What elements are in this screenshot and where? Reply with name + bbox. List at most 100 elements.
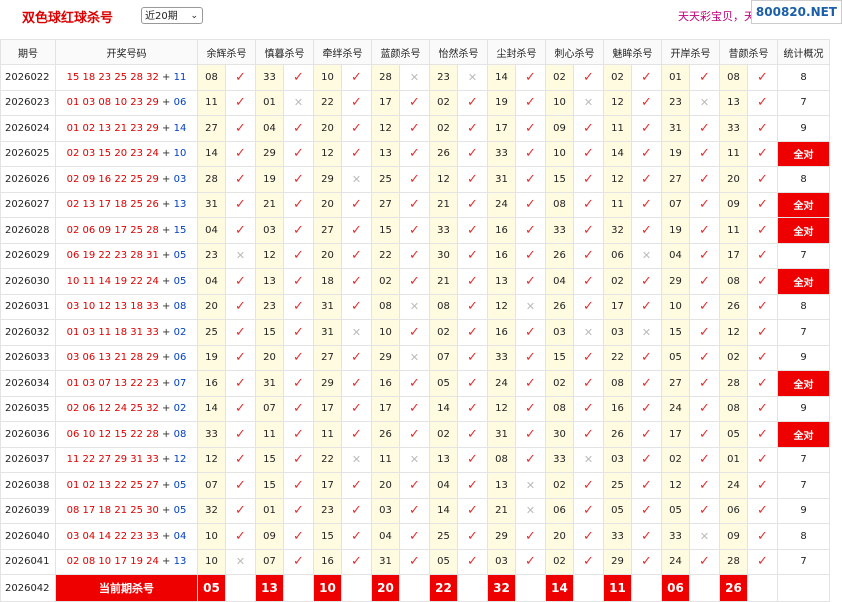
check-icon: ✓ [573,370,604,397]
table-row: 2026025 02 03 15 20 23 24 + 10 14 ✓ 29 ✓ 12 ✓ 13… [0,140,830,167]
check-icon: ✓ [747,293,778,320]
check-icon: ✓ [283,140,314,167]
draw-numbers: 15 18 23 25 28 32 + 11 [55,64,198,91]
issue-number: 2026023 [0,89,56,116]
check-icon: ✓ [225,89,256,116]
kill-number: 26 [545,242,574,269]
blue-ball: 08 [173,428,187,440]
kill-number: 20 [719,166,748,193]
check-icon: ✓ [225,344,256,371]
kill-number: 20 [371,472,400,499]
current-kill-number: 05 [197,574,226,602]
kill-number: 07 [429,344,458,371]
period-select[interactable]: 近20期 ⌄ [141,7,203,24]
check-icon: ✓ [225,64,256,91]
kill-number: 11 [313,421,342,448]
check-icon: ✓ [515,344,546,371]
plus-sign: + [158,71,174,83]
cross-icon: ✕ [573,319,604,346]
kill-number: 31 [255,370,284,397]
kill-number: 33 [487,140,516,167]
check-icon: ✓ [747,268,778,295]
page-title: 双色球红球杀号 [22,11,114,26]
check-icon: ✓ [457,242,488,269]
kill-number: 08 [487,446,516,473]
kill-number: 23 [661,89,690,116]
check-icon: ✓ [457,89,488,116]
stat-summary: 9 [777,115,830,142]
check-icon: ✓ [689,472,720,499]
kill-number: 20 [313,115,342,142]
check-icon: ✓ [631,115,662,142]
kill-number: 12 [719,319,748,346]
check-icon: ✓ [515,446,546,473]
kill-number: 02 [371,268,400,295]
check-icon: ✓ [283,268,314,295]
check-icon: ✓ [283,319,314,346]
plus-sign: + [158,428,174,440]
check-icon: ✓ [399,115,430,142]
check-icon: ✓ [573,344,604,371]
column-header: 慎暮杀号 [255,39,314,65]
check-icon: ✓ [341,64,372,91]
kill-number: 27 [313,344,342,371]
kill-number: 12 [661,472,690,499]
check-icon: ✓ [515,217,546,244]
check-icon: ✓ [399,370,430,397]
check-icon: ✓ [631,191,662,218]
check-icon: ✓ [689,370,720,397]
check-icon: ✓ [631,344,662,371]
cross-icon: ✕ [399,64,430,91]
kill-number: 33 [545,446,574,473]
blue-ball: 02 [173,403,187,415]
column-header: 期号 [0,39,56,65]
kill-number: 10 [197,523,226,550]
check-icon: ✓ [225,472,256,499]
kill-number: 31 [197,191,226,218]
table-row: 2026041 02 08 10 17 19 24 + 13 10 ✕ 07 ✓ 16 ✓ 31… [0,548,830,575]
kill-number: 04 [545,268,574,295]
stat-summary: 7 [777,89,830,116]
empty-cell [747,574,778,602]
plus-sign: + [158,556,174,568]
check-icon: ✓ [225,523,256,550]
kill-number: 12 [603,89,632,116]
check-icon: ✓ [457,217,488,244]
check-icon: ✓ [747,89,778,116]
kill-number: 09 [255,523,284,550]
cross-icon: ✕ [341,446,372,473]
kill-number: 13 [255,268,284,295]
stat-summary: 8 [777,166,830,193]
kill-number: 11 [603,115,632,142]
check-icon: ✓ [747,497,778,524]
check-icon: ✓ [631,217,662,244]
draw-numbers: 02 06 12 24 25 32 + 02 [55,395,198,422]
red-balls: 01 03 07 13 22 23 [66,377,159,389]
draw-numbers: 01 02 13 22 25 27 + 05 [55,472,198,499]
kill-number: 22 [371,242,400,269]
red-balls: 01 02 13 21 23 29 [66,122,159,134]
kill-number: 02 [603,268,632,295]
kill-number: 03 [255,217,284,244]
check-icon: ✓ [631,523,662,550]
check-icon: ✓ [399,395,430,422]
scrolling-notice[interactable]: 天天彩宝贝，天 [678,8,755,24]
table-header-row: 期号 开奖号码 余辉杀号 慎暮杀号 牵绊杀号 蓝颜杀号 怡然杀号 尘封杀号 刺心杀号 魅眸杀号 开岸… [0,39,830,65]
red-balls: 02 08 10 17 19 24 [66,556,159,568]
draw-numbers: 02 09 16 22 25 29 + 03 [55,166,198,193]
kill-number: 04 [197,268,226,295]
kill-number: 20 [313,242,342,269]
blue-ball: 05 [173,479,187,491]
check-icon: ✓ [573,64,604,91]
blue-ball: 06 [173,97,187,109]
table-row: 2026028 02 06 09 17 25 28 + 15 04 ✓ 03 ✓ 27 ✓ 15… [0,217,830,244]
kill-number: 15 [255,446,284,473]
check-icon: ✓ [283,497,314,524]
stat-summary: 9 [777,344,830,371]
table-row: 2026038 01 02 13 22 25 27 + 05 07 ✓ 15 ✓ 17 ✓ 20… [0,472,830,499]
empty-cell [457,574,488,602]
check-icon: ✓ [457,344,488,371]
kill-number: 27 [371,191,400,218]
issue-number: 2026022 [0,64,56,91]
stat-summary: 7 [777,548,830,575]
